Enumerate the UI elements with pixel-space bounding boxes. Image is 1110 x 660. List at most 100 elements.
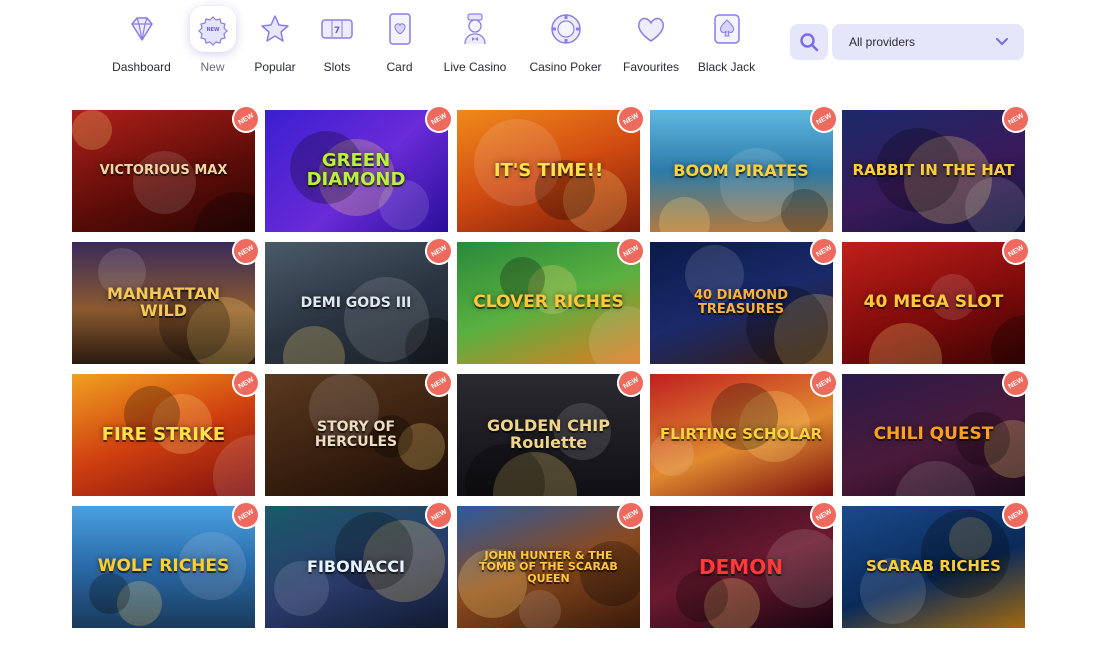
game-title: BOOM PIRATES xyxy=(673,160,809,180)
game-tile[interactable]: 40 DIAMOND TREASURES NEW xyxy=(649,231,843,364)
nav-label: Black Jack xyxy=(697,60,756,74)
game-thumbnail: JOHN HUNTER & THE TOMB OF THE SCARAB QUE… xyxy=(457,506,640,628)
slot-machine-icon: 7 xyxy=(314,6,360,52)
game-title: GREEN DIAMOND xyxy=(306,150,406,190)
new-badge-label: NEW xyxy=(429,507,448,523)
new-badge-label: NEW xyxy=(622,375,640,391)
new-badge-label: NEW xyxy=(622,111,640,127)
spade-card-icon xyxy=(704,6,750,52)
game-title: JOHN HUNTER & THE TOMB OF THE SCARAB QUE… xyxy=(479,548,618,585)
game-tile[interactable]: GOLDEN CHIP Roulette NEW xyxy=(457,363,651,496)
game-tile[interactable]: JOHN HUNTER & THE TOMB OF THE SCARAB QUE… xyxy=(457,495,651,628)
game-tile[interactable]: BOOM PIRATES NEW xyxy=(649,99,843,232)
game-tile[interactable]: GREEN DIAMOND NEW xyxy=(264,99,458,232)
nav-item-popular[interactable]: Popular xyxy=(242,0,308,82)
game-tile[interactable]: RABBIT IN THE HAT NEW xyxy=(842,99,1036,232)
nav-label: New xyxy=(200,60,225,74)
game-tile[interactable]: WOLF RICHES NEW xyxy=(72,495,266,628)
game-tile[interactable]: IT'S TIME!! NEW xyxy=(457,99,651,232)
nav-item-live-casino[interactable]: Live Casino xyxy=(433,0,517,82)
new-badge-label: NEW xyxy=(237,243,255,259)
game-thumbnail: BOOM PIRATES xyxy=(649,110,833,232)
new-badge-label: NEW xyxy=(814,375,833,391)
new-badge-icon: NEW xyxy=(189,6,236,52)
game-title: WOLF RICHES xyxy=(97,556,230,577)
game-title: DEMON xyxy=(699,554,783,579)
nav-item-casino-poker[interactable]: Casino Poker xyxy=(517,0,614,82)
new-badge-label: NEW xyxy=(1007,243,1025,259)
new-badge-label: NEW xyxy=(429,111,448,127)
nav-label: Favourites xyxy=(622,60,680,74)
new-badge-label: NEW xyxy=(237,375,255,391)
game-title: IT'S TIME!! xyxy=(493,159,604,181)
game-tile[interactable]: DEMI GODS III NEW xyxy=(264,231,458,364)
game-tile[interactable]: CLOVER RICHES NEW xyxy=(457,231,651,364)
game-thumbnail: CLOVER RICHES xyxy=(457,242,640,364)
game-tile[interactable]: STORY OF HERCULES NEW xyxy=(264,363,458,496)
game-thumbnail: 40 DIAMOND TREASURES xyxy=(649,242,833,364)
game-thumbnail: 40 MEGA SLOT xyxy=(842,242,1025,364)
game-title: CLOVER RICHES xyxy=(473,292,624,313)
game-title: SCARAB RICHES xyxy=(866,557,1001,576)
nav-label: Dashboard xyxy=(112,60,171,74)
heart-icon xyxy=(628,6,674,52)
game-tile[interactable]: FIBONACCI NEW xyxy=(264,495,458,628)
provider-filter-value: All providers xyxy=(849,35,916,49)
game-title: VICTORIOUS MAX xyxy=(99,163,228,179)
nav-item-new[interactable]: NEW New xyxy=(183,0,242,82)
new-badge-label: NEW xyxy=(814,243,833,259)
game-thumbnail: MANHATTAN WILD xyxy=(72,242,255,364)
game-thumbnail: FIBONACCI xyxy=(264,506,448,628)
new-badge-label: NEW xyxy=(237,111,255,127)
new-badge-label: NEW xyxy=(1007,507,1025,523)
game-title: STORY OF HERCULES xyxy=(314,419,398,450)
game-title: RABBIT IN THE HAT xyxy=(852,161,1015,180)
game-title: FIBONACCI xyxy=(307,556,405,576)
game-thumbnail: WOLF RICHES xyxy=(72,506,255,628)
game-tile[interactable]: DEMON NEW xyxy=(649,495,843,628)
nav-item-black-jack[interactable]: Black Jack xyxy=(688,0,765,82)
new-badge-label: NEW xyxy=(1007,375,1025,391)
game-thumbnail: IT'S TIME!! xyxy=(457,110,640,232)
game-tile[interactable]: SCARAB RICHES NEW xyxy=(842,495,1036,628)
game-thumbnail: VICTORIOUS MAX xyxy=(72,110,255,232)
game-grid: VICTORIOUS MAX NEW GREEN DIAMOND NEW IT'S TI… xyxy=(72,99,1036,628)
nav-label: Slots xyxy=(323,60,351,74)
game-tile[interactable]: MANHATTAN WILD NEW xyxy=(72,231,266,364)
chevron-down-icon xyxy=(996,38,1008,45)
new-badge-label: NEW xyxy=(1007,111,1025,127)
game-title: 40 DIAMOND TREASURES xyxy=(694,288,788,317)
game-thumbnail: STORY OF HERCULES xyxy=(264,374,448,496)
search-button[interactable] xyxy=(790,24,828,60)
game-tile[interactable]: 40 MEGA SLOT NEW xyxy=(842,231,1036,364)
nav-label: Card xyxy=(386,60,413,74)
nav-item-dashboard[interactable]: Dashboard xyxy=(100,0,183,82)
game-thumbnail: DEMI GODS III xyxy=(264,242,448,364)
game-title: GOLDEN CHIP Roulette xyxy=(487,416,610,452)
star-icon xyxy=(252,6,298,52)
game-thumbnail: RABBIT IN THE HAT xyxy=(842,110,1025,232)
game-tile[interactable]: FIRE STRIKE NEW xyxy=(72,363,266,496)
game-title: 40 MEGA SLOT xyxy=(863,292,1004,313)
game-thumbnail: SCARAB RICHES xyxy=(842,506,1025,628)
search-icon xyxy=(800,33,819,52)
game-thumbnail: GREEN DIAMOND xyxy=(264,110,448,232)
game-tile[interactable]: VICTORIOUS MAX NEW xyxy=(72,99,266,232)
game-thumbnail: DEMON xyxy=(649,506,833,628)
game-thumbnail: FIRE STRIKE xyxy=(72,374,255,496)
game-tile[interactable]: CHILI QUEST NEW xyxy=(842,363,1036,496)
new-badge-label: NEW xyxy=(429,375,448,391)
category-nav: Dashboard NEW New Popular 7 Slots Card Live Cas… xyxy=(100,0,765,82)
nav-item-slots[interactable]: 7 Slots xyxy=(308,0,366,82)
new-badge-label: NEW xyxy=(622,243,640,259)
nav-item-card[interactable]: Card xyxy=(366,0,433,82)
game-thumbnail: CHILI QUEST xyxy=(842,374,1025,496)
game-thumbnail: GOLDEN CHIP Roulette xyxy=(457,374,640,496)
new-badge-label: NEW xyxy=(237,507,255,523)
dealer-icon xyxy=(452,6,498,52)
poker-chip-icon xyxy=(543,6,589,52)
nav-item-favourites[interactable]: Favourites xyxy=(614,0,688,82)
provider-filter-select[interactable]: All providers xyxy=(832,24,1024,60)
game-tile[interactable]: FLIRTING SCHOLAR NEW xyxy=(649,363,843,496)
new-badge-label: NEW xyxy=(814,111,833,127)
